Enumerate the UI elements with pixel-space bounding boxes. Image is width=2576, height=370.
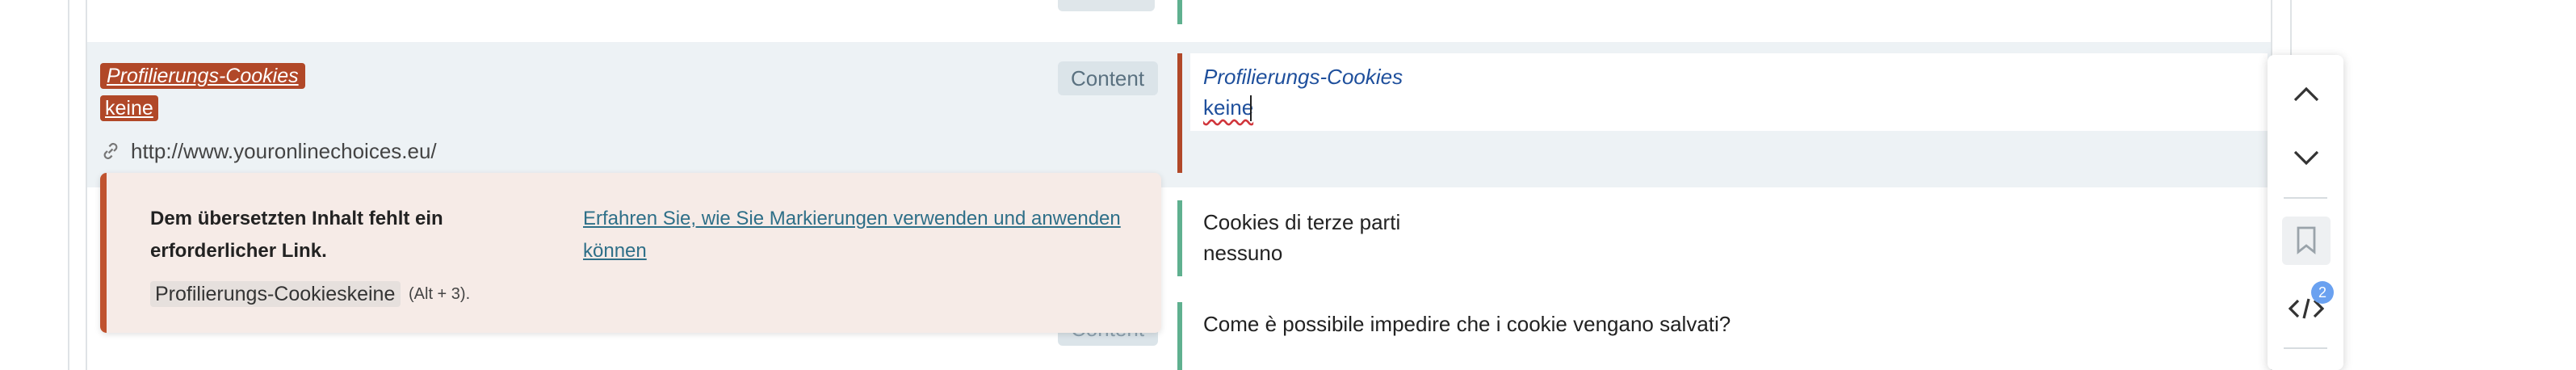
source-link-url[interactable]: http://www.youronlinechoices.eu/ [131,139,437,163]
source-tag-title[interactable]: Profilierungs-Cookies [100,63,305,89]
missing-tag-chip[interactable]: Profilierungs-Cookieskeine [150,281,401,307]
target-row2-line2[interactable]: nessuno [1203,241,1282,265]
source-link-line: http://www.youronlinechoices.eu/ [100,139,437,163]
panel-divider [2284,197,2327,199]
target-tag-title[interactable]: Profilierungs-Cookies [1203,65,1403,89]
editor-view: Profilierungs-Cookies keine Content http… [0,0,2576,370]
next-segment-button[interactable] [2268,131,2343,186]
previous-segment-button[interactable] [2268,66,2343,121]
segment-side-panel [2268,55,2343,370]
tags-count-badge: 2 [2311,281,2334,304]
source-tag-value[interactable]: keine [100,95,158,121]
target-row3-line1[interactable]: Come è possibile impedire che i cookie v… [1203,312,1731,336]
missing-link-warning: Dem übersetzten Inhalt fehlt ein erforde… [100,173,1161,333]
link-icon [103,142,118,160]
previous-row-badge [1058,0,1155,11]
chevron-down-icon [2293,150,2318,166]
text-caret [1250,95,1252,121]
left-frame-line [68,0,69,370]
panel-divider-2 [2284,347,2327,349]
target-row2-status-bar [1177,200,1182,276]
target-row3-status-bar [1177,302,1182,370]
target-tag-value[interactable]: keine [1203,95,1253,120]
target-active-status-bar [1177,53,1182,173]
learn-tags-link[interactable]: Erfahren Sie, wie Sie Markierungen verwe… [583,202,1132,267]
content-badge: Content [1058,61,1158,95]
target-row2-line1[interactable]: Cookies di terze parti [1203,210,1400,234]
chevron-up-icon [2293,86,2318,102]
bookmark-button[interactable] [2268,213,2343,268]
shortcut-hint: (Alt + 3). [409,286,471,304]
previous-row-status-bar [1177,0,1182,24]
bookmark-icon [2296,226,2315,254]
warning-title: Dem übersetzten Inhalt fehlt ein erforde… [150,207,443,262]
